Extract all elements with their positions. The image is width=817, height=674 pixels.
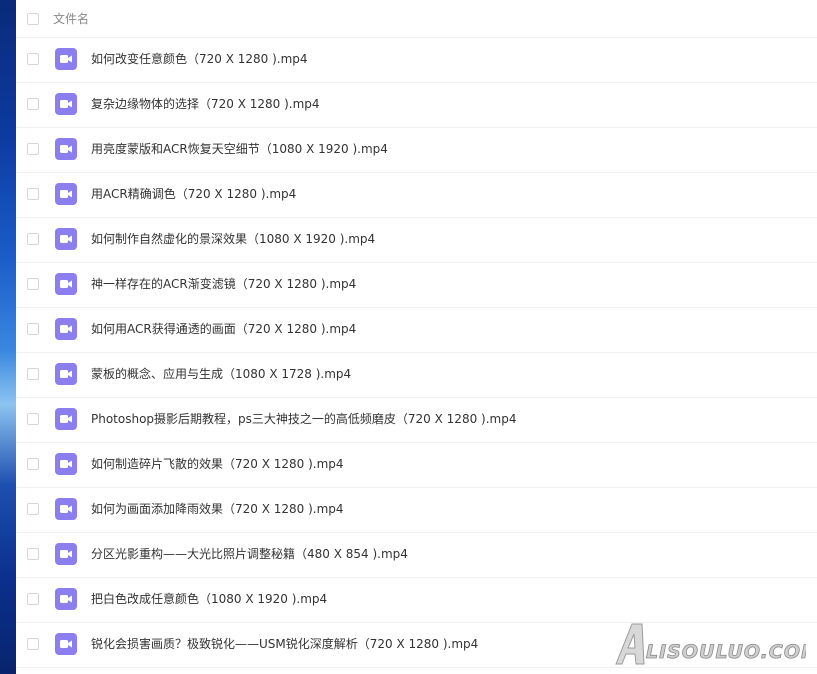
video-file-icon: [55, 48, 77, 70]
file-row-checkbox[interactable]: [27, 638, 39, 650]
file-name-link[interactable]: 如何为画面添加降雨效果（720 X 1280 ).mp4: [91, 502, 344, 516]
file-row-checkbox[interactable]: [27, 278, 39, 290]
file-name-link[interactable]: 分区光影重构——大光比照片调整秘籍（480 X 854 ).mp4: [91, 547, 408, 561]
file-name-link[interactable]: 如何制作自然虚化的景深效果（1080 X 1920 ).mp4: [91, 232, 375, 246]
file-row[interactable]: 神一样存在的ACR渐变滤镜（720 X 1280 ).mp4: [16, 263, 817, 308]
desktop-background: [0, 0, 16, 674]
svg-text:LISOULUO.COM: LISOULUO.COM: [646, 641, 806, 663]
file-name-link[interactable]: 用ACR精确调色（720 X 1280 ).mp4: [91, 187, 296, 201]
file-row[interactable]: 如何用ACR获得通透的画面（720 X 1280 ).mp4: [16, 308, 817, 353]
file-row[interactable]: 把白色改成任意颜色（1080 X 1920 ).mp4: [16, 578, 817, 623]
video-file-icon: [55, 183, 77, 205]
file-row-checkbox[interactable]: [27, 188, 39, 200]
file-row-checkbox[interactable]: [27, 503, 39, 515]
file-name-link[interactable]: 复杂边缘物体的选择（720 X 1280 ).mp4: [91, 97, 320, 111]
file-row-checkbox[interactable]: [27, 458, 39, 470]
file-name-link[interactable]: 用亮度蒙版和ACR恢复天空细节（1080 X 1920 ).mp4: [91, 142, 388, 156]
file-name-link[interactable]: 如何制造碎片飞散的效果（720 X 1280 ).mp4: [91, 457, 344, 471]
video-file-icon: [55, 273, 77, 295]
video-file-icon: [55, 93, 77, 115]
video-file-icon: [55, 633, 77, 655]
file-row-checkbox[interactable]: [27, 143, 39, 155]
file-list-panel: 文件名 如何改变任意颜色（720 X 1280 ).mp4 复杂边缘物体的选择（7…: [16, 0, 817, 674]
column-header-filename[interactable]: 文件名: [53, 12, 89, 26]
file-name-link[interactable]: Photoshop摄影后期教程，ps三大神技之一的高低频磨皮（720 X 128…: [91, 412, 516, 426]
file-row-checkbox[interactable]: [27, 98, 39, 110]
file-name-link[interactable]: 锐化会损害画质？极致锐化——USM锐化深度解析（720 X 1280 ).mp4: [91, 637, 478, 651]
file-row[interactable]: 用亮度蒙版和ACR恢复天空细节（1080 X 1920 ).mp4: [16, 128, 817, 173]
video-file-icon: [55, 543, 77, 565]
video-file-icon: [55, 498, 77, 520]
file-name-link[interactable]: 把白色改成任意颜色（1080 X 1920 ).mp4: [91, 592, 327, 606]
file-row[interactable]: 如何为画面添加降雨效果（720 X 1280 ).mp4: [16, 488, 817, 533]
file-row[interactable]: 蒙板的概念、应用与生成（1080 X 1728 ).mp4: [16, 353, 817, 398]
file-list: 如何改变任意颜色（720 X 1280 ).mp4 复杂边缘物体的选择（720 X…: [16, 38, 817, 668]
video-file-icon: [55, 228, 77, 250]
file-name-link[interactable]: 神一样存在的ACR渐变滤镜（720 X 1280 ).mp4: [91, 277, 356, 291]
select-all-checkbox[interactable]: [27, 13, 39, 25]
file-row[interactable]: Photoshop摄影后期教程，ps三大神技之一的高低频磨皮（720 X 128…: [16, 398, 817, 443]
file-row-checkbox[interactable]: [27, 323, 39, 335]
file-row-checkbox[interactable]: [27, 53, 39, 65]
file-name-link[interactable]: 蒙板的概念、应用与生成（1080 X 1728 ).mp4: [91, 367, 351, 381]
video-file-icon: [55, 363, 77, 385]
video-file-icon: [55, 138, 77, 160]
file-row[interactable]: 用ACR精确调色（720 X 1280 ).mp4: [16, 173, 817, 218]
file-row-checkbox[interactable]: [27, 368, 39, 380]
file-name-link[interactable]: 如何用ACR获得通透的画面（720 X 1280 ).mp4: [91, 322, 356, 336]
video-file-icon: [55, 318, 77, 340]
file-row[interactable]: 如何制造碎片飞散的效果（720 X 1280 ).mp4: [16, 443, 817, 488]
video-file-icon: [55, 408, 77, 430]
video-file-icon: [55, 588, 77, 610]
file-row[interactable]: 分区光影重构——大光比照片调整秘籍（480 X 854 ).mp4: [16, 533, 817, 578]
video-file-icon: [55, 453, 77, 475]
file-row-checkbox[interactable]: [27, 593, 39, 605]
file-row[interactable]: 如何改变任意颜色（720 X 1280 ).mp4: [16, 38, 817, 83]
file-row-checkbox[interactable]: [27, 413, 39, 425]
file-list-header: 文件名: [16, 0, 817, 38]
file-row[interactable]: 复杂边缘物体的选择（720 X 1280 ).mp4: [16, 83, 817, 128]
file-row[interactable]: 如何制作自然虚化的景深效果（1080 X 1920 ).mp4: [16, 218, 817, 263]
watermark-logo: LISOULUO.COM: [615, 623, 806, 665]
file-row-checkbox[interactable]: [27, 548, 39, 560]
file-name-link[interactable]: 如何改变任意颜色（720 X 1280 ).mp4: [91, 52, 308, 66]
file-row-checkbox[interactable]: [27, 233, 39, 245]
